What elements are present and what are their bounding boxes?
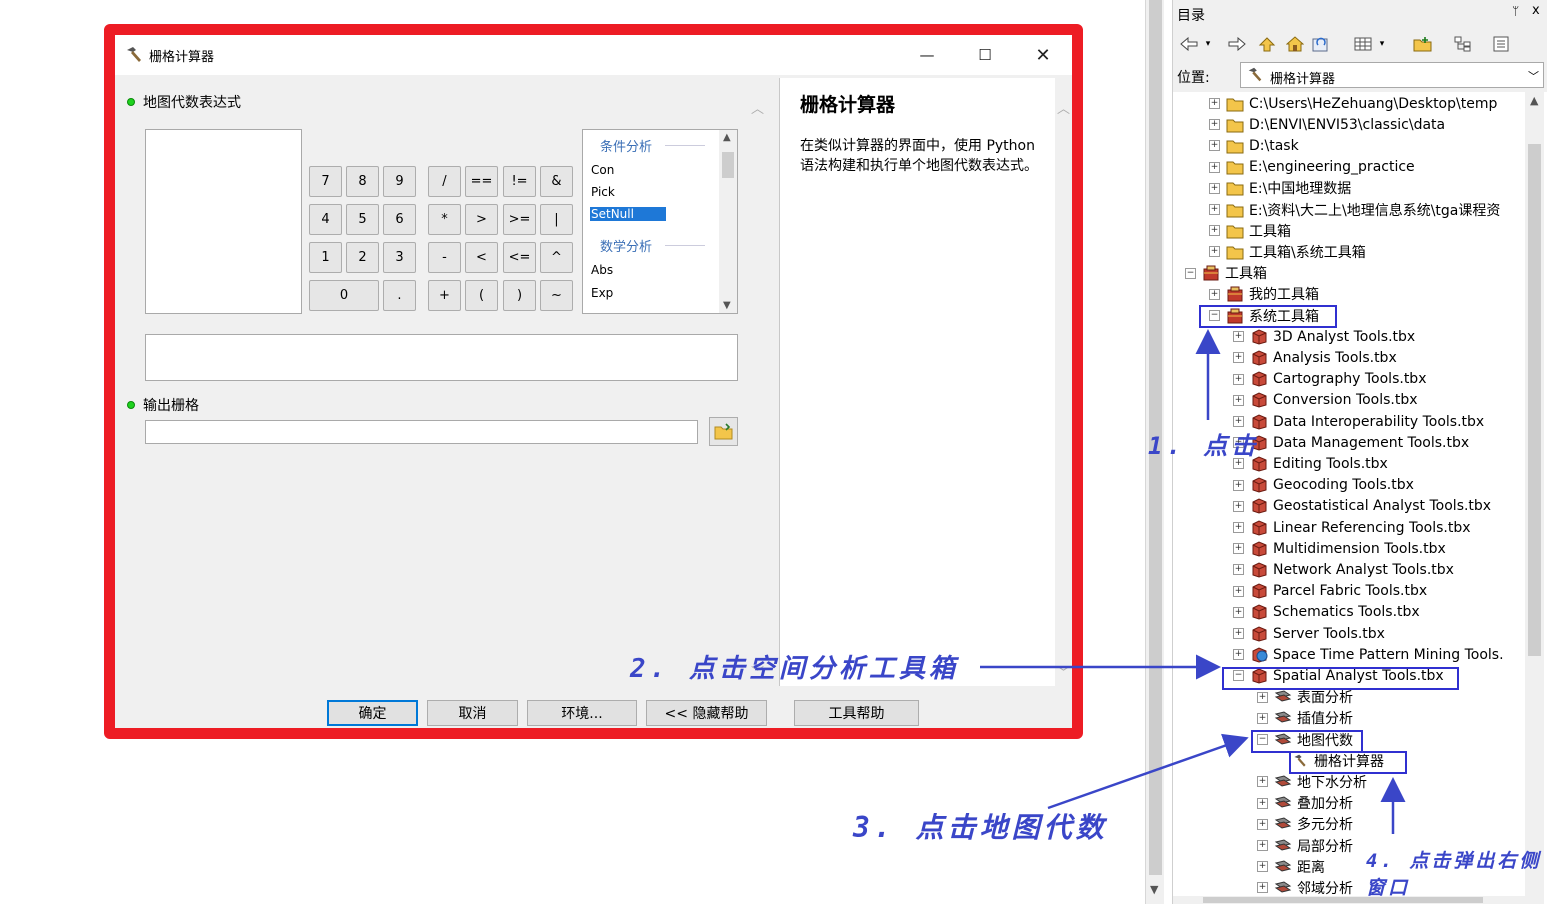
annotation-step1: 1. 点击: [1148, 432, 1260, 460]
annotation-step4-line1: 4. 点击弹出右侧: [1366, 850, 1542, 872]
annotation-step2: 2. 点击空间分析工具箱: [630, 654, 959, 684]
annotation-arrows: [980, 329, 1406, 834]
screenshot-root: 栅格计算器 — ☐ ✕ 地图代数表达式 7 8 9/== != & 4 5 6 * > >= | 1 2 3…: [0, 0, 1547, 904]
arrow-step3: [1047, 733, 1249, 810]
annotation-step3: 3. 点击地图代数: [853, 811, 1108, 844]
annotation-step4-line2: 窗口: [1366, 877, 1411, 899]
